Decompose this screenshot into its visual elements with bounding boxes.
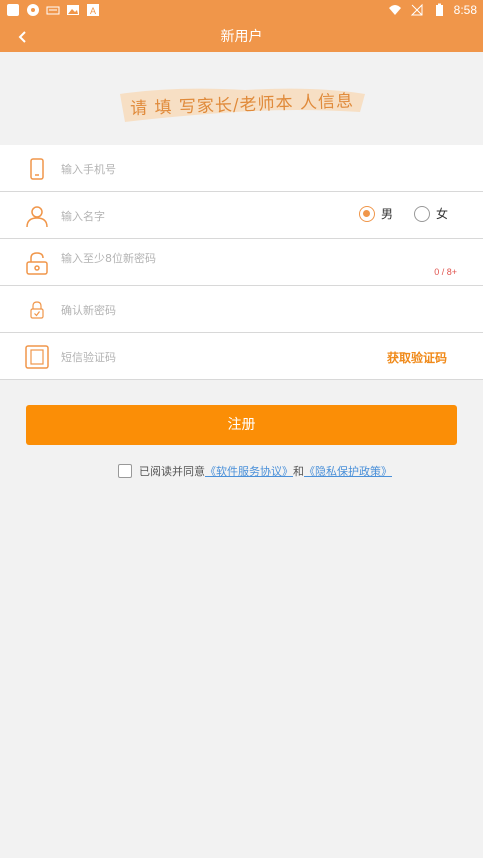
- lock-check-icon: [25, 298, 49, 322]
- keyboard-icon: [46, 3, 60, 17]
- agreement-and: 和: [293, 465, 304, 478]
- service-agreement-link[interactable]: 《软件服务协议》: [205, 463, 293, 479]
- radio-male[interactable]: [359, 205, 375, 222]
- password-input[interactable]: 输入至少8位新密码: [61, 250, 156, 266]
- settings-icon: [26, 3, 40, 17]
- phone-icon: [25, 157, 49, 181]
- text-icon: A: [86, 3, 100, 17]
- radio-female[interactable]: [414, 205, 430, 222]
- agreement-prefix: 已阅读并同意: [139, 465, 205, 478]
- privacy-policy-link[interactable]: 《隐私保护政策》: [304, 463, 392, 479]
- battery-icon: [432, 3, 446, 17]
- gender-female-label: 女: [436, 207, 449, 221]
- register-button[interactable]: 注册: [26, 405, 457, 445]
- confirm-password-input[interactable]: 确认新密码: [61, 302, 116, 318]
- password-length-counter: 0 / 8+: [434, 267, 457, 277]
- page-title: 新用户: [220, 29, 263, 45]
- unlock-icon: [25, 251, 49, 275]
- header: 新用户: [0, 22, 483, 52]
- tablet-icon: [25, 345, 49, 369]
- image-icon: [66, 3, 80, 17]
- agreement: 已阅读并同意 《软件服务协议》 和 《隐私保护政策》: [118, 463, 392, 479]
- status-bar: A 8:58: [0, 0, 483, 22]
- sms-code-input[interactable]: 短信验证码: [61, 349, 116, 365]
- name-row[interactable]: 输入名字 男 女: [0, 192, 483, 239]
- name-input[interactable]: 输入名字: [61, 208, 105, 224]
- phone-input[interactable]: 输入手机号: [61, 161, 116, 177]
- register-form: 输入手机号 输入名字 男 女 输入至少8位新密码 0 / 8+ 确认新密码 短信…: [0, 145, 483, 380]
- svg-text:A: A: [90, 6, 96, 16]
- user-icon: [25, 204, 49, 228]
- banner: 请 填 写家长/老师本 人信息: [0, 52, 483, 145]
- app-icon: [6, 3, 20, 17]
- wifi-icon: [388, 3, 402, 17]
- gender-female-option[interactable]: 女: [414, 205, 448, 222]
- gender-male-label: 男: [381, 207, 394, 221]
- sms-code-row[interactable]: 短信验证码 获取验证码: [0, 333, 483, 380]
- clock: 8:58: [453, 3, 477, 17]
- no-signal-icon: [410, 3, 424, 17]
- gender-male-option[interactable]: 男: [359, 205, 393, 222]
- password-row[interactable]: 输入至少8位新密码 0 / 8+: [0, 239, 483, 286]
- agreement-checkbox[interactable]: [118, 464, 132, 478]
- phone-row[interactable]: 输入手机号: [0, 145, 483, 192]
- get-code-button[interactable]: 获取验证码: [387, 349, 447, 366]
- confirm-password-row[interactable]: 确认新密码: [0, 286, 483, 333]
